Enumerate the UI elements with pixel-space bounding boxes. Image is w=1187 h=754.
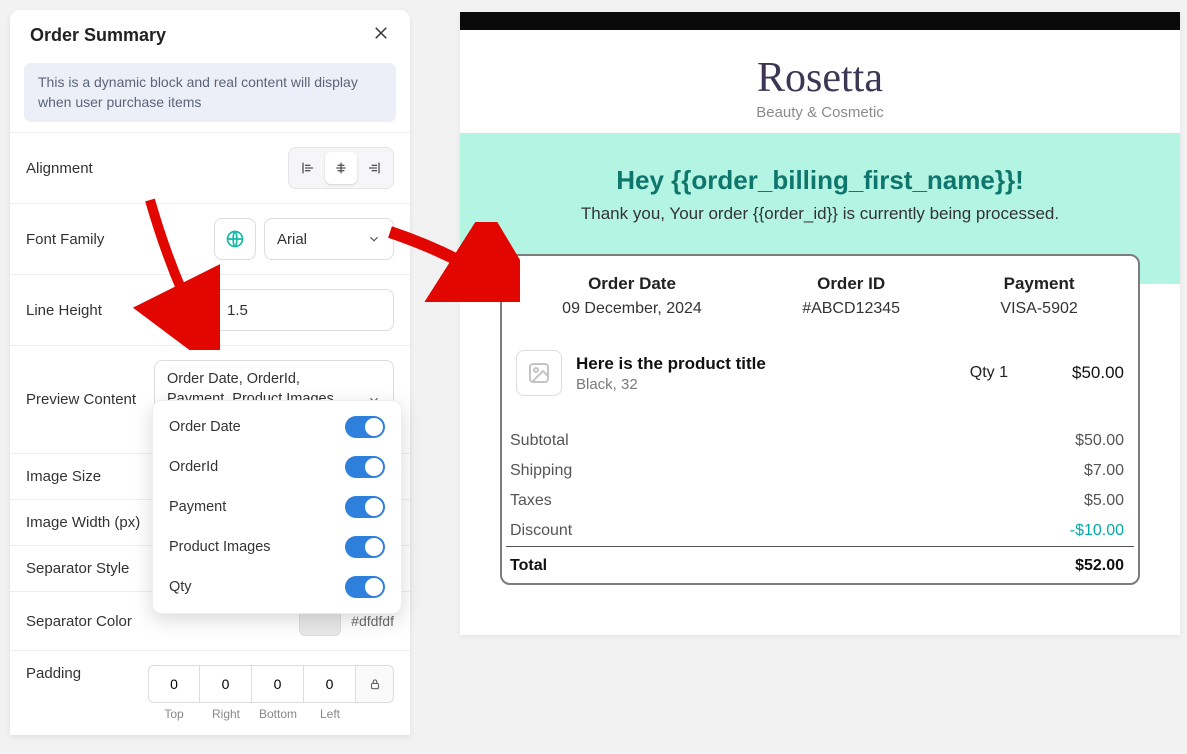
- padding-bottom-input[interactable]: [252, 665, 304, 703]
- order-head-col: Order Date 09 December, 2024: [562, 274, 702, 318]
- toggle-product-images[interactable]: [345, 536, 385, 558]
- preview-content-popover: Order Date OrderId Payment Product Image…: [152, 400, 402, 614]
- order-head-col: Order ID #ABCD12345: [802, 274, 900, 318]
- align-center-button[interactable]: [325, 152, 357, 184]
- order-summary-block[interactable]: Order Date 09 December, 2024 Order ID #A…: [500, 254, 1140, 585]
- line-height-label: Line Height: [26, 302, 102, 319]
- totals-section: Subtotal$50.00 Shipping$7.00 Taxes$5.00 …: [502, 426, 1138, 583]
- product-variant: Black, 32: [576, 376, 956, 393]
- product-image-placeholder: [516, 350, 562, 396]
- order-head: Order Date 09 December, 2024 Order ID #A…: [502, 274, 1138, 332]
- brand-name: Rosetta: [460, 54, 1180, 102]
- separator-color-value: #dfdfdf: [351, 613, 394, 629]
- close-icon[interactable]: [372, 24, 390, 47]
- preview-option: Payment: [153, 487, 401, 527]
- annotation-arrow: [380, 222, 520, 302]
- settings-panel: Order Summary This is a dynamic block an…: [10, 10, 410, 735]
- font-source-button[interactable]: [214, 218, 256, 260]
- panel-header: Order Summary: [10, 10, 410, 57]
- toggle-payment[interactable]: [345, 496, 385, 518]
- total-row: Taxes$5.00: [506, 486, 1134, 516]
- font-family-select[interactable]: Arial: [264, 218, 394, 260]
- total-row: Shipping$7.00: [506, 456, 1134, 486]
- product-qty: Qty 1: [970, 364, 1008, 382]
- annotation-arrow: [130, 190, 220, 350]
- preview-option: Product Images: [153, 527, 401, 567]
- preview-option: OrderId: [153, 447, 401, 487]
- preview-topbar: [460, 12, 1180, 30]
- align-right-button[interactable]: [357, 152, 389, 184]
- panel-title: Order Summary: [30, 25, 166, 46]
- lock-icon: [368, 677, 382, 691]
- total-row-discount: Discount-$10.00: [506, 516, 1134, 546]
- padding-inputs: Top Right Bottom Left: [148, 665, 394, 721]
- order-head-col: Payment VISA-5902: [1000, 274, 1077, 318]
- padding-lock-button[interactable]: [356, 665, 394, 703]
- total-row: Subtotal$50.00: [506, 426, 1134, 456]
- font-family-value: Arial: [277, 231, 307, 248]
- row-padding: Padding Top Right Bottom Left: [10, 650, 410, 735]
- padding-left-input[interactable]: [304, 665, 356, 703]
- line-height-input[interactable]: [214, 289, 394, 331]
- padding-label: Padding: [26, 665, 81, 682]
- toggle-order-id[interactable]: [345, 456, 385, 478]
- toggle-qty[interactable]: [345, 576, 385, 598]
- preview-option: Qty: [153, 567, 401, 607]
- product-price: $50.00: [1072, 363, 1124, 383]
- align-left-button[interactable]: [293, 152, 325, 184]
- alignment-group: [288, 147, 394, 189]
- alignment-label: Alignment: [26, 160, 93, 177]
- chevron-down-icon: [367, 232, 381, 246]
- image-size-label: Image Size: [26, 468, 101, 485]
- preview-option: Order Date: [153, 407, 401, 447]
- font-family-label: Font Family: [26, 231, 104, 248]
- product-title: Here is the product title: [576, 354, 956, 374]
- dynamic-block-notice: This is a dynamic block and real content…: [24, 63, 396, 122]
- separator-color-label: Separator Color: [26, 613, 132, 630]
- hero-heading: Hey {{order_billing_first_name}}!: [460, 165, 1180, 196]
- preview-content-label: Preview Content: [26, 391, 136, 408]
- total-row-grand: Total$52.00: [506, 546, 1134, 583]
- email-preview: Rosetta Beauty & Cosmetic Hey {{order_bi…: [460, 12, 1180, 635]
- brand-header: Rosetta Beauty & Cosmetic: [460, 30, 1180, 133]
- hero-subtext: Thank you, Your order {{order_id}} is cu…: [460, 204, 1180, 224]
- padding-right-input[interactable]: [200, 665, 252, 703]
- padding-top-input[interactable]: [148, 665, 200, 703]
- toggle-order-date[interactable]: [345, 416, 385, 438]
- brand-tagline: Beauty & Cosmetic: [460, 104, 1180, 121]
- image-icon: [527, 361, 551, 385]
- separator-style-label: Separator Style: [26, 560, 129, 577]
- product-row: Here is the product title Black, 32 Qty …: [502, 332, 1138, 426]
- image-width-label: Image Width (px): [26, 514, 140, 531]
